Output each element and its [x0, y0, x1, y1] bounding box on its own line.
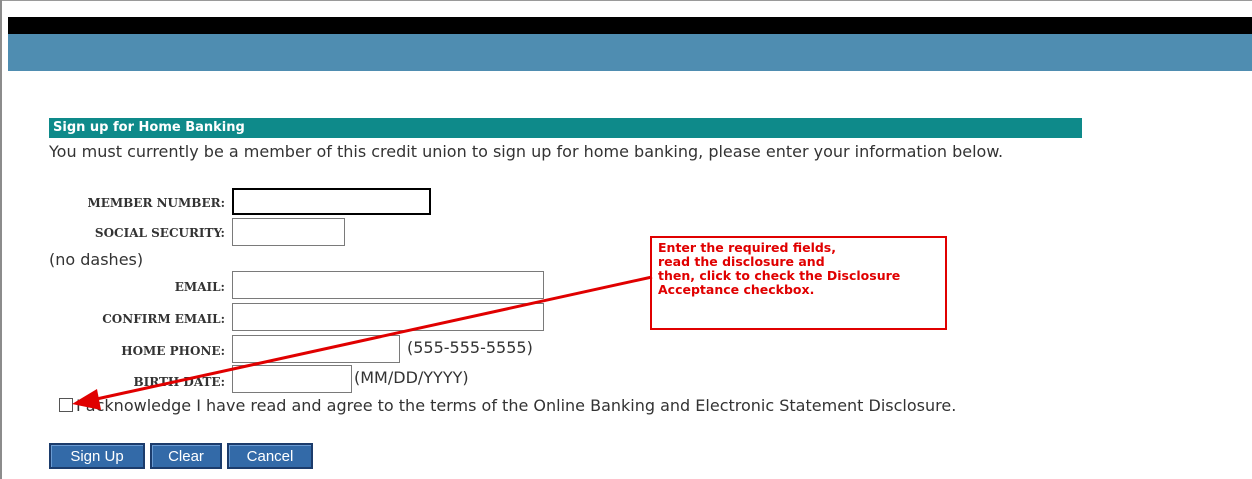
disclosure-checkbox[interactable]: [59, 398, 73, 412]
disclosure-label[interactable]: I acknowledge I have read and agree to t…: [76, 396, 956, 415]
sign-up-button[interactable]: Sign Up: [49, 443, 145, 469]
clear-button[interactable]: Clear: [150, 443, 222, 469]
social-security-note: (no dashes): [49, 250, 144, 269]
member-number-label: MEMBER NUMBER:: [87, 196, 225, 210]
social-security-label: SOCIAL SECURITY:: [94, 226, 225, 240]
intro-text: You must currently be a member of this c…: [49, 142, 1004, 161]
birth-date-label: BIRTH DATE:: [133, 375, 225, 389]
header-band: [8, 34, 1252, 71]
confirm-email-input[interactable]: [232, 303, 544, 331]
birth-date-input[interactable]: [232, 365, 352, 393]
email-input[interactable]: [232, 271, 544, 299]
home-phone-input[interactable]: [232, 335, 400, 363]
section-header: Sign up for Home Banking: [49, 118, 1082, 138]
left-border: [0, 0, 2, 479]
member-number-input[interactable]: [232, 188, 431, 215]
callout-line: read the disclosure and: [658, 254, 825, 269]
social-security-input[interactable]: [232, 218, 345, 246]
top-border: [0, 0, 1252, 1]
instruction-callout: Enter the required fields, read the disc…: [650, 236, 947, 330]
home-phone-label: HOME PHONE:: [121, 344, 225, 358]
top-black-band: [8, 17, 1252, 34]
cancel-button[interactable]: Cancel: [227, 443, 313, 469]
email-label: EMAIL:: [174, 280, 225, 294]
home-phone-format-hint: (555-555-5555): [407, 338, 533, 357]
birth-date-format-hint: (MM/DD/YYYY): [354, 368, 469, 387]
callout-line: Acceptance checkbox.: [658, 282, 815, 297]
callout-line: then, click to check the Disclosure: [658, 268, 901, 283]
callout-line: Enter the required fields,: [658, 240, 836, 255]
confirm-email-label: CONFIRM EMAIL:: [102, 312, 225, 326]
